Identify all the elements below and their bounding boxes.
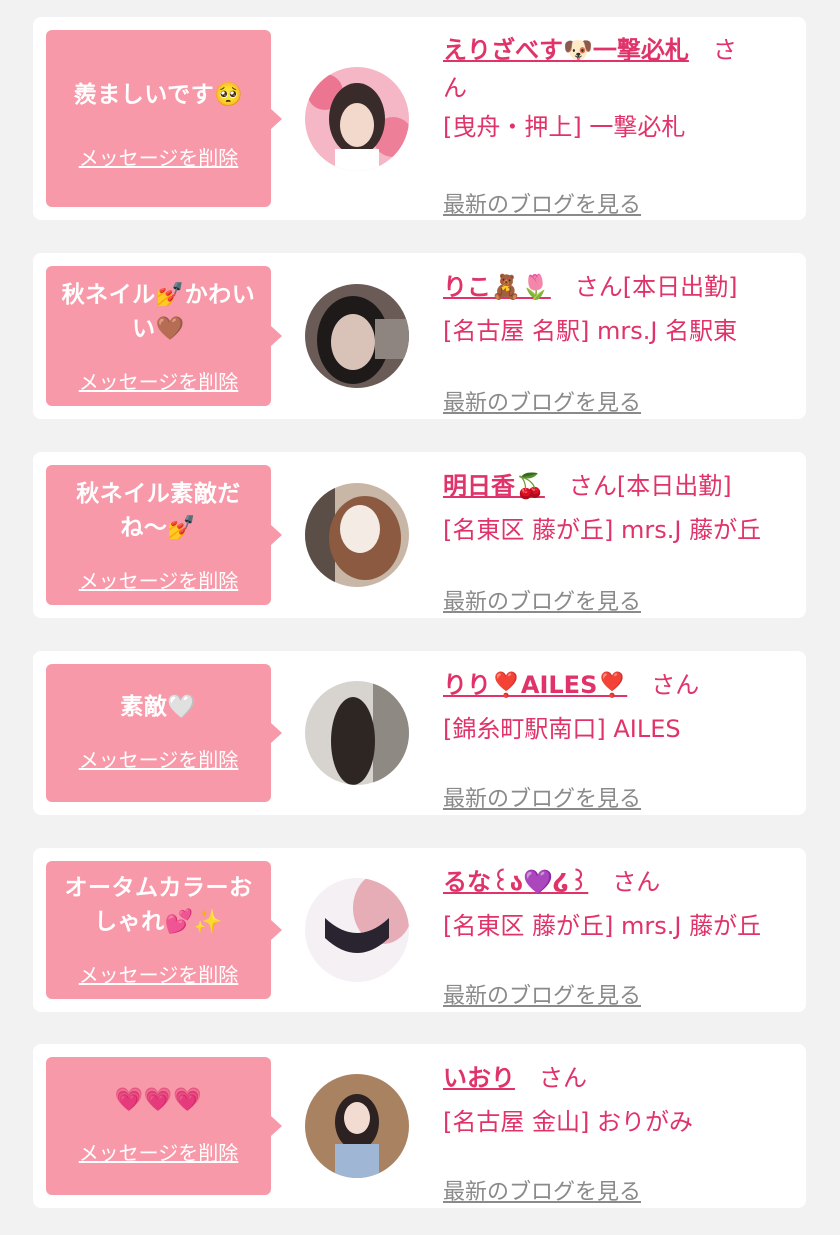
delete-message-link[interactable]: メッセージを削除 — [46, 565, 271, 594]
latest-blog-link[interactable]: 最新のブログを見る — [443, 978, 641, 1010]
latest-blog-link[interactable]: 最新のブログを見る — [443, 781, 641, 813]
message-bubble: オータムカラーお しゃれ💕✨ メッセージを削除 — [46, 861, 282, 999]
honorific: さん — [612, 868, 661, 896]
message-line: 秋ネイル💅かわい — [61, 282, 256, 308]
shop-info: [名古屋 金山] おりがみ — [443, 1108, 693, 1136]
honorific-tail: ん — [443, 74, 467, 102]
message-bubble: 素敵🤍 メッセージを削除 — [46, 664, 282, 802]
cast-info: 明日香🍒 さん[本日出勤] [名東区 藤が丘] mrs.J 藤が丘 最新のブログを… — [443, 466, 796, 615]
message-text: 素敵🤍 — [120, 694, 197, 720]
avatar[interactable] — [305, 878, 409, 982]
latest-blog-link[interactable]: 最新のブログを見る — [443, 584, 641, 616]
message-bubble: 秋ネイル💅かわい い🤎 メッセージを削除 — [46, 266, 282, 406]
delete-message-link[interactable]: メッセージを削除 — [46, 366, 271, 395]
message-text: 秋ネイル💅かわい い🤎 — [52, 278, 265, 346]
message-text: オータムカラーお しゃれ💕✨ — [52, 871, 265, 939]
delete-message-link[interactable]: メッセージを削除 — [46, 1137, 271, 1166]
honorific: さん — [651, 671, 700, 699]
cast-name-link[interactable]: りり❣️AILES❣️ — [443, 671, 627, 699]
honorific: さん[本日出勤] — [568, 472, 732, 500]
message-line: ね〜💅 — [120, 515, 197, 541]
message-card: 素敵🤍 メッセージを削除 りり❣️AILES❣️ さん [錦糸町駅南口] AILE… — [33, 651, 806, 815]
message-card: 羨ましいです🥺 メッセージを削除 えりざべす🐶一撃必札さ ん [曳舟・押上] 一… — [33, 17, 806, 220]
message-bubble: 羨ましいです🥺 メッセージを削除 — [46, 30, 282, 207]
message-line: い🤎 — [132, 316, 185, 342]
cast-name-link[interactable]: りこ🧸🌷 — [443, 273, 551, 301]
delete-message-link[interactable]: メッセージを削除 — [46, 142, 271, 171]
message-card: 秋ネイル素敵だ ね〜💅 メッセージを削除 明日香🍒 さん[本日出勤] [名東区 藤… — [33, 452, 806, 618]
message-text: 秋ネイル素敵だ ね〜💅 — [52, 477, 265, 545]
cast-info: るな꒰ა💜໒꒱ さん [名東区 藤が丘] mrs.J 藤が丘 最新のブログを見る — [443, 862, 796, 1009]
delete-message-link[interactable]: メッセージを削除 — [46, 744, 271, 773]
message-card: 💗💗💗 メッセージを削除 いおり さん [名古屋 金山] おりがみ 最新のブログを… — [33, 1044, 806, 1208]
cast-info: いおり さん [名古屋 金山] おりがみ 最新のブログを見る — [443, 1058, 796, 1205]
cast-name-link[interactable]: えりざべす🐶一撃必札 — [443, 36, 689, 64]
delete-message-link[interactable]: メッセージを削除 — [46, 959, 271, 988]
message-bubble: 秋ネイル素敵だ ね〜💅 メッセージを削除 — [46, 465, 282, 605]
latest-blog-link[interactable]: 最新のブログを見る — [443, 385, 641, 417]
shop-info: [名東区 藤が丘] mrs.J 藤が丘 — [443, 912, 762, 940]
cast-name-link[interactable]: いおり — [443, 1064, 515, 1092]
latest-blog-link[interactable]: 最新のブログを見る — [443, 187, 641, 219]
message-bubble: 💗💗💗 メッセージを削除 — [46, 1057, 282, 1195]
shop-info: [曳舟・押上] 一撃必札 — [443, 113, 686, 141]
shop-info: [錦糸町駅南口] AILES — [443, 715, 681, 743]
message-text: 💗💗💗 — [114, 1087, 203, 1113]
avatar[interactable] — [305, 1074, 409, 1178]
cast-info: えりざべす🐶一撃必札さ ん [曳舟・押上] 一撃必札 最新のブログを見る — [443, 31, 796, 218]
message-line: オータムカラーお — [64, 875, 253, 901]
cast-name-link[interactable]: るな꒰ა💜໒꒱ — [443, 868, 588, 896]
message-card: オータムカラーお しゃれ💕✨ メッセージを削除 るな꒰ა💜໒꒱ さん [名東区 藤… — [33, 848, 806, 1012]
message-card: 秋ネイル💅かわい い🤎 メッセージを削除 りこ🧸🌷 さん[本日出勤] [名古屋 名… — [33, 253, 806, 419]
message-line: しゃれ💕✨ — [94, 909, 223, 935]
message-text: 羨ましいです🥺 — [73, 82, 244, 108]
avatar[interactable] — [305, 67, 409, 171]
cast-info: りり❣️AILES❣️ さん [錦糸町駅南口] AILES 最新のブログを見る — [443, 665, 796, 812]
cast-info: りこ🧸🌷 さん[本日出勤] [名古屋 名駅] mrs.J 名駅東 最新のブログを見… — [443, 267, 796, 416]
avatar[interactable] — [305, 681, 409, 785]
latest-blog-link[interactable]: 最新のブログを見る — [443, 1174, 641, 1206]
cast-name-link[interactable]: 明日香🍒 — [443, 472, 545, 500]
honorific: さん[本日出勤] — [574, 273, 738, 301]
honorific: さん — [539, 1064, 587, 1092]
message-line: 秋ネイル素敵だ — [76, 481, 241, 507]
shop-info: [名東区 藤が丘] mrs.J 藤が丘 — [443, 516, 762, 544]
avatar[interactable] — [305, 483, 409, 587]
shop-info: [名古屋 名駅] mrs.J 名駅東 — [443, 317, 738, 345]
honorific: さ — [712, 36, 737, 64]
avatar[interactable] — [305, 284, 409, 388]
